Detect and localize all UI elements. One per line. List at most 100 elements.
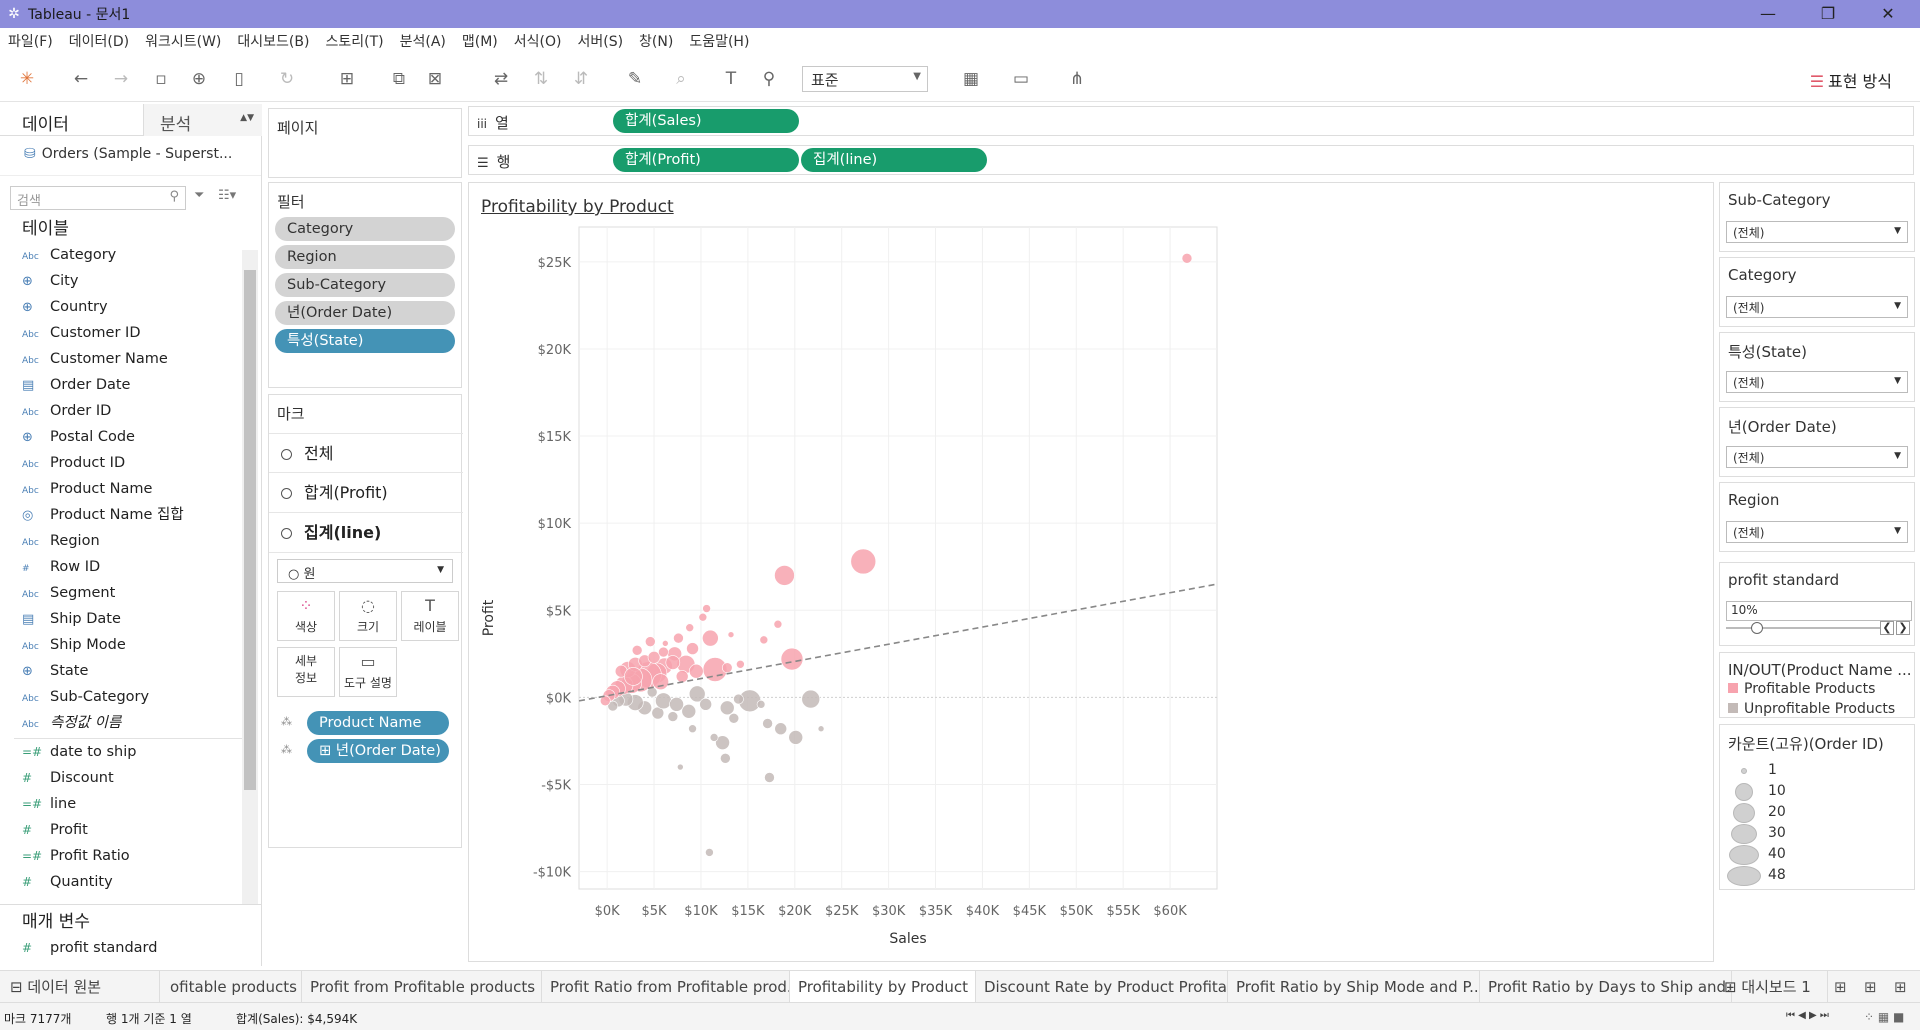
redo-icon[interactable]: →	[110, 68, 132, 90]
marks-line-row[interactable]: 집계(line)	[269, 513, 463, 553]
tableau-home-icon[interactable]: ✳	[16, 68, 38, 90]
scrollbar-thumb[interactable]	[244, 270, 256, 790]
save-icon[interactable]: ▫	[150, 68, 172, 90]
field-item[interactable]: ◎ Product Name 집합	[0, 502, 261, 528]
field-item[interactable]: ▤ Order Date	[0, 372, 261, 398]
parameter-slider-track[interactable]	[1726, 627, 1880, 629]
new-worksheet-icon[interactable]: ⊞	[1834, 978, 1847, 996]
duplicate-sheet-icon[interactable]: ⧉	[388, 68, 410, 90]
step-right-icon[interactable]: ❯	[1896, 621, 1910, 635]
highlight-icon[interactable]: ✎	[624, 68, 646, 90]
sort-descending-icon[interactable]: ⇵	[570, 68, 592, 90]
field-item[interactable]: ▤ Ship Date	[0, 606, 261, 632]
field-item[interactable]: =# line	[0, 791, 261, 817]
menu-dashboard[interactable]: 대시보드(B)	[237, 31, 309, 51]
field-item[interactable]: Abc Ship Mode	[0, 632, 261, 658]
menu-story[interactable]: 스토리(T)	[325, 31, 383, 51]
filter-pill[interactable]: 년(Order Date)	[275, 301, 455, 325]
view-options-icon[interactable]: ☷▾	[218, 188, 236, 203]
field-item[interactable]: # Row ID	[0, 554, 261, 580]
field-item[interactable]: ⊕ City	[0, 268, 261, 294]
quick-filter-dropdown[interactable]: (전체) ▼	[1726, 446, 1908, 468]
detail-pill-product-name[interactable]: Product Name	[307, 711, 449, 735]
field-item[interactable]: ⊕ Country	[0, 294, 261, 320]
show-sheet-sorter-icon[interactable]: ⁘ ▦ ■	[1864, 1010, 1904, 1024]
label-button[interactable]: T 레이블	[401, 591, 459, 641]
sheet-tab[interactable]: Profit Ratio from Profitable prod...	[542, 971, 790, 1003]
pin-icon[interactable]: ⚲	[758, 68, 780, 90]
field-item[interactable]: Abc Sub-Category	[0, 684, 261, 710]
field-item[interactable]: Abc Customer ID	[0, 320, 261, 346]
rows-shelf[interactable]: ☰ 행 합계(Profit) 집계(line)	[468, 145, 1914, 175]
parameter-slider-thumb[interactable]	[1751, 622, 1764, 634]
fit-dropdown[interactable]: 표준 ▼	[802, 66, 928, 92]
sheet-tab[interactable]: Discount Rate by Product Profita...	[976, 971, 1228, 1003]
quick-filter-dropdown[interactable]: (전체) ▼	[1726, 221, 1908, 243]
marks-all-row[interactable]: 전체	[269, 433, 463, 473]
menu-window[interactable]: 창(N)	[639, 31, 673, 51]
field-item[interactable]: ⊕ Postal Code	[0, 424, 261, 450]
new-dashboard-icon[interactable]: ⊞	[1864, 978, 1877, 996]
datasource-item[interactable]: ⛁ Orders (Sample - Superst...	[0, 136, 261, 176]
search-input[interactable]: 검색 ⚲	[10, 186, 186, 210]
parameter-input[interactable]: 10%	[1726, 601, 1912, 621]
data-pane-scrollbar[interactable]	[242, 250, 258, 906]
menu-help[interactable]: 도움말(H)	[689, 31, 749, 51]
rows-pill-profit[interactable]: 합계(Profit)	[613, 148, 799, 172]
restore-button[interactable]: ❐	[1800, 0, 1856, 28]
filter-icon[interactable]: ⏷	[194, 188, 204, 203]
field-item[interactable]: Abc Product Name	[0, 476, 261, 502]
pages-card[interactable]: 페이지	[268, 108, 462, 178]
sheet-navigation-icon[interactable]: ⏮ ◀ ▶ ⏭	[1786, 1010, 1829, 1021]
share-icon[interactable]: ⋔	[1066, 68, 1088, 90]
field-item[interactable]: ⊕ State	[0, 658, 261, 684]
detail-pill-order-year[interactable]: ⊞ 년(Order Date)	[307, 739, 449, 763]
field-item[interactable]: Abc 측정값 이름	[0, 710, 261, 736]
quick-filter-dropdown[interactable]: (전체) ▼	[1726, 296, 1908, 318]
datasource-tab[interactable]: ⊟ 데이터 원본	[0, 971, 160, 1003]
filter-pill[interactable]: Sub-Category	[275, 273, 455, 297]
tab-data[interactable]: 데이터	[22, 110, 69, 135]
filters-card[interactable]: 필터 Category Region Sub-Category 년(Order Dat…	[268, 182, 462, 388]
new-worksheet-icon[interactable]: ⊞	[336, 68, 358, 90]
field-item[interactable]: Abc Segment	[0, 580, 261, 606]
sheet-tab[interactable]: ofitable products	[162, 971, 302, 1003]
menu-format[interactable]: 서식(O)	[514, 31, 562, 51]
field-item[interactable]: # Profit	[0, 817, 261, 843]
sheet-tab[interactable]: Profitability by Product	[790, 971, 976, 1003]
filter-pill[interactable]: Category	[275, 217, 455, 241]
rows-pill-line[interactable]: 집계(line)	[801, 148, 987, 172]
minimize-button[interactable]: —	[1740, 0, 1796, 28]
field-item[interactable]: Abc Order ID	[0, 398, 261, 424]
field-item[interactable]: Abc Customer Name	[0, 346, 261, 372]
show-cards-icon[interactable]: ▦	[960, 68, 982, 90]
color-legend-item[interactable]: Profitable Products	[1728, 681, 1875, 697]
color-legend-item[interactable]: Unprofitable Products	[1728, 701, 1895, 717]
detail-button[interactable]: 세부 정보	[277, 647, 335, 697]
dashboard-tab[interactable]: ⊞ 대시보드 1	[1716, 971, 1828, 1003]
scatter-chart[interactable]: $0K $5K $10K $15K $20K $25K $30K $35K $40K $45K $5…	[469, 183, 1713, 961]
menu-map[interactable]: 맵(M)	[462, 31, 498, 51]
menu-file[interactable]: 파일(F)	[8, 31, 53, 51]
new-datasource-icon[interactable]: ⊕	[188, 68, 210, 90]
tab-analysis[interactable]: 분석 ▲▼	[143, 104, 262, 136]
show-me-button[interactable]: ☰ 표현 방식	[1810, 68, 1892, 92]
clear-sheet-icon[interactable]: ⊠	[424, 68, 446, 90]
filter-pill[interactable]: Region	[275, 245, 455, 269]
field-item[interactable]: Abc Region	[0, 528, 261, 554]
sheet-tab[interactable]: Profit from Profitable products	[302, 971, 542, 1003]
field-item[interactable]: # profit standard	[0, 935, 261, 961]
close-button[interactable]: ✕	[1860, 0, 1916, 28]
size-button[interactable]: ◌ 크기	[339, 591, 397, 641]
step-left-icon[interactable]: ❮	[1880, 621, 1894, 635]
field-item[interactable]: # Discount	[0, 765, 261, 791]
columns-pill-sales[interactable]: 합계(Sales)	[613, 109, 799, 133]
refresh-icon[interactable]: ↻	[276, 68, 298, 90]
field-item[interactable]: =# date to ship	[0, 739, 261, 765]
field-item[interactable]: Abc Category	[0, 242, 261, 268]
presentation-icon[interactable]: ▭	[1010, 68, 1032, 90]
sort-ascending-icon[interactable]: ⇅	[530, 68, 552, 90]
tooltip-button[interactable]: ▭ 도구 설명	[339, 647, 397, 697]
menu-worksheet[interactable]: 워크시트(W)	[145, 31, 221, 51]
color-button[interactable]: ⁘ 색상	[277, 591, 335, 641]
